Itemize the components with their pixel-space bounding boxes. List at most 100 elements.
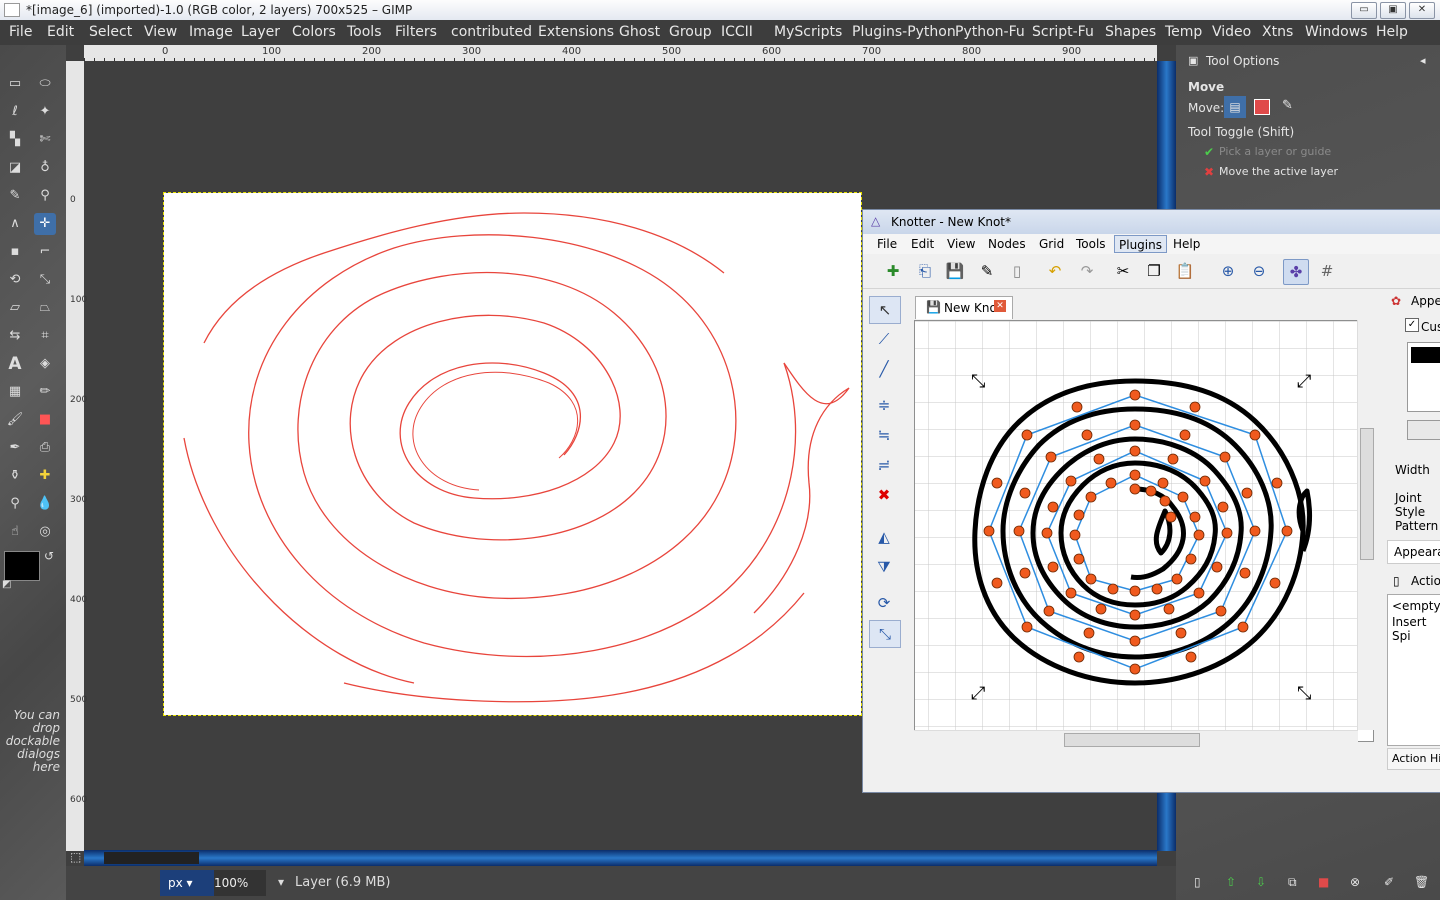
- blur-icon[interactable]: 💧: [34, 493, 56, 515]
- select-tool-icon[interactable]: ↖: [869, 296, 901, 324]
- menu-group[interactable]: Group: [669, 24, 712, 40]
- menu-help[interactable]: Help: [1376, 24, 1408, 40]
- move-layer-icon[interactable]: ▤: [1224, 96, 1246, 118]
- paste-icon[interactable]: 📋: [1173, 259, 1197, 283]
- export-icon[interactable]: ▯: [1005, 259, 1029, 283]
- appearance-tab[interactable]: Appea: [1411, 294, 1440, 308]
- image-canvas[interactable]: [163, 192, 862, 716]
- knot-vscroll-thumb[interactable]: [1360, 428, 1374, 560]
- color-picker-icon[interactable]: ✎: [4, 185, 26, 207]
- move-selection-icon[interactable]: [1254, 99, 1270, 115]
- history-item[interactable]: <empty>: [1392, 599, 1440, 613]
- blend-icon[interactable]: ▦: [4, 381, 26, 403]
- menu-windows[interactable]: Windows: [1305, 24, 1368, 40]
- menu-video[interactable]: Video: [1212, 24, 1251, 40]
- zoom-out-icon[interactable]: ⊖: [1247, 259, 1271, 283]
- menu-colors[interactable]: Colors: [292, 24, 336, 40]
- minimize-button[interactable]: ▭: [1351, 2, 1377, 19]
- action-history-tab[interactable]: Action Hi: [1387, 748, 1440, 770]
- zoom-dropdown-icon[interactable]: ▾: [278, 875, 284, 889]
- swap-colors-icon[interactable]: ↺: [44, 549, 54, 563]
- dock-menu-icon[interactable]: ◂: [1420, 54, 1426, 67]
- cut-icon[interactable]: ✂: [1111, 259, 1135, 283]
- menu-ghost[interactable]: Ghost: [619, 24, 660, 40]
- perspective-clone-icon[interactable]: ⚲: [4, 493, 26, 515]
- move-tool-icon[interactable]: ✛: [34, 213, 56, 235]
- restore-options-icon[interactable]: ⇧: [1226, 875, 1236, 889]
- dodge-burn-icon[interactable]: ◎: [34, 521, 56, 543]
- quick-mask-icon[interactable]: ⬚: [70, 850, 81, 864]
- save-options-icon[interactable]: ▯: [1194, 875, 1201, 889]
- menu-file[interactable]: File: [9, 24, 32, 40]
- rotate-tool-icon[interactable]: ⟳: [869, 590, 899, 616]
- menu-python-fu[interactable]: Python-Fu: [955, 24, 1025, 40]
- shear-icon[interactable]: ▱: [4, 297, 26, 319]
- option-pick-layer[interactable]: Pick a layer or guide: [1219, 145, 1331, 158]
- unit-selector[interactable]: px ▾: [160, 870, 216, 896]
- duplicate-icon[interactable]: ⧉: [1288, 875, 1297, 890]
- rect-select-icon[interactable]: ▭: [4, 73, 26, 95]
- option-move-active-layer[interactable]: Move the active layer: [1219, 165, 1338, 178]
- handle-bottom-right-icon[interactable]: ⤡: [1297, 683, 1311, 704]
- edge-type-3-icon[interactable]: ≓: [869, 452, 899, 478]
- ink-icon[interactable]: ⎙: [34, 437, 56, 459]
- open-file-icon[interactable]: ⎗: [913, 259, 937, 283]
- handle-top-right-icon[interactable]: ⤢: [1297, 371, 1312, 392]
- copy-icon[interactable]: ❐: [1142, 259, 1166, 283]
- maximize-button[interactable]: ▣: [1380, 2, 1406, 19]
- knot-display-icon[interactable]: ✤: [1283, 259, 1309, 285]
- horizontal-scrollbar[interactable]: [84, 850, 1157, 866]
- heal-icon[interactable]: ✚: [34, 465, 56, 487]
- crop-icon[interactable]: ⌐: [34, 241, 56, 263]
- measure-icon[interactable]: ∧: [4, 213, 26, 235]
- paint-icon[interactable]: ✐: [1384, 875, 1394, 889]
- tab-new-knot[interactable]: 💾 New Knot ✕: [915, 296, 1013, 319]
- menu-shapes[interactable]: Shapes: [1105, 24, 1156, 40]
- handle-bottom-left-icon[interactable]: ⤢: [971, 683, 986, 704]
- flip-icon[interactable]: ⇆: [4, 325, 26, 347]
- color-select-icon[interactable]: ▚: [4, 129, 26, 151]
- align-icon[interactable]: ▪: [4, 241, 26, 263]
- redo-icon[interactable]: ↷: [1075, 259, 1099, 283]
- hscroll-track[interactable]: [104, 852, 199, 864]
- foreground-select-icon[interactable]: ◪: [4, 157, 26, 179]
- zoom-icon[interactable]: ⚲: [34, 185, 56, 207]
- menu-temp[interactable]: Temp: [1165, 24, 1202, 40]
- close-button[interactable]: ✕: [1409, 2, 1435, 19]
- tab-close-icon[interactable]: ✕: [994, 300, 1006, 312]
- menu-tools[interactable]: Tools: [347, 24, 382, 40]
- knotter-menu-help[interactable]: Help: [1173, 237, 1200, 251]
- smudge-icon[interactable]: ☝: [4, 521, 26, 543]
- menu-iccii[interactable]: ICCII: [721, 24, 753, 40]
- menu-contributed[interactable]: contributed: [451, 24, 532, 40]
- bucket-fill-icon[interactable]: ◈: [34, 353, 56, 375]
- ellipse-select-icon[interactable]: ⬭: [34, 73, 56, 95]
- new-file-icon[interactable]: ✚: [881, 259, 905, 283]
- menu-view[interactable]: View: [144, 24, 177, 40]
- check-icon[interactable]: ✔: [1204, 145, 1214, 159]
- save-icon[interactable]: 💾: [943, 259, 967, 283]
- menu-layer[interactable]: Layer: [241, 24, 280, 40]
- edge-type-2-icon[interactable]: ≒: [869, 422, 899, 448]
- knot-canvas[interactable]: ⤡ ⤢ ⤢ ⤡: [914, 320, 1374, 742]
- undo-icon[interactable]: ↶: [1043, 259, 1067, 283]
- delete-options-icon[interactable]: ■: [1318, 875, 1329, 889]
- history-item[interactable]: Insert Spi: [1392, 615, 1440, 643]
- edge-type-1-icon[interactable]: ≑: [869, 392, 899, 418]
- scissors-icon[interactable]: ✄: [34, 129, 56, 151]
- clone-icon[interactable]: ⚱: [4, 465, 26, 487]
- menu-edit[interactable]: Edit: [47, 24, 74, 40]
- knotter-menu-edit[interactable]: Edit: [911, 237, 934, 251]
- zoom-field[interactable]: 100%: [214, 870, 266, 896]
- paths-icon[interactable]: ♁: [34, 157, 56, 179]
- knot-vertical-scrollbar[interactable]: [1357, 320, 1374, 730]
- text-tool-icon[interactable]: A: [4, 353, 26, 375]
- perspective-icon[interactable]: ⏢: [34, 297, 56, 319]
- flip-horizontal-icon[interactable]: ◭: [869, 524, 899, 550]
- knot-horizontal-scrollbar[interactable]: [914, 730, 1358, 747]
- knot-hscroll-thumb[interactable]: [1064, 733, 1200, 747]
- free-select-icon[interactable]: ℓ: [4, 101, 26, 123]
- flip-vertical-icon[interactable]: ⧩: [869, 554, 899, 580]
- menu-select[interactable]: Select: [89, 24, 132, 40]
- menu-plugins-python[interactable]: Plugins-Python: [852, 24, 956, 40]
